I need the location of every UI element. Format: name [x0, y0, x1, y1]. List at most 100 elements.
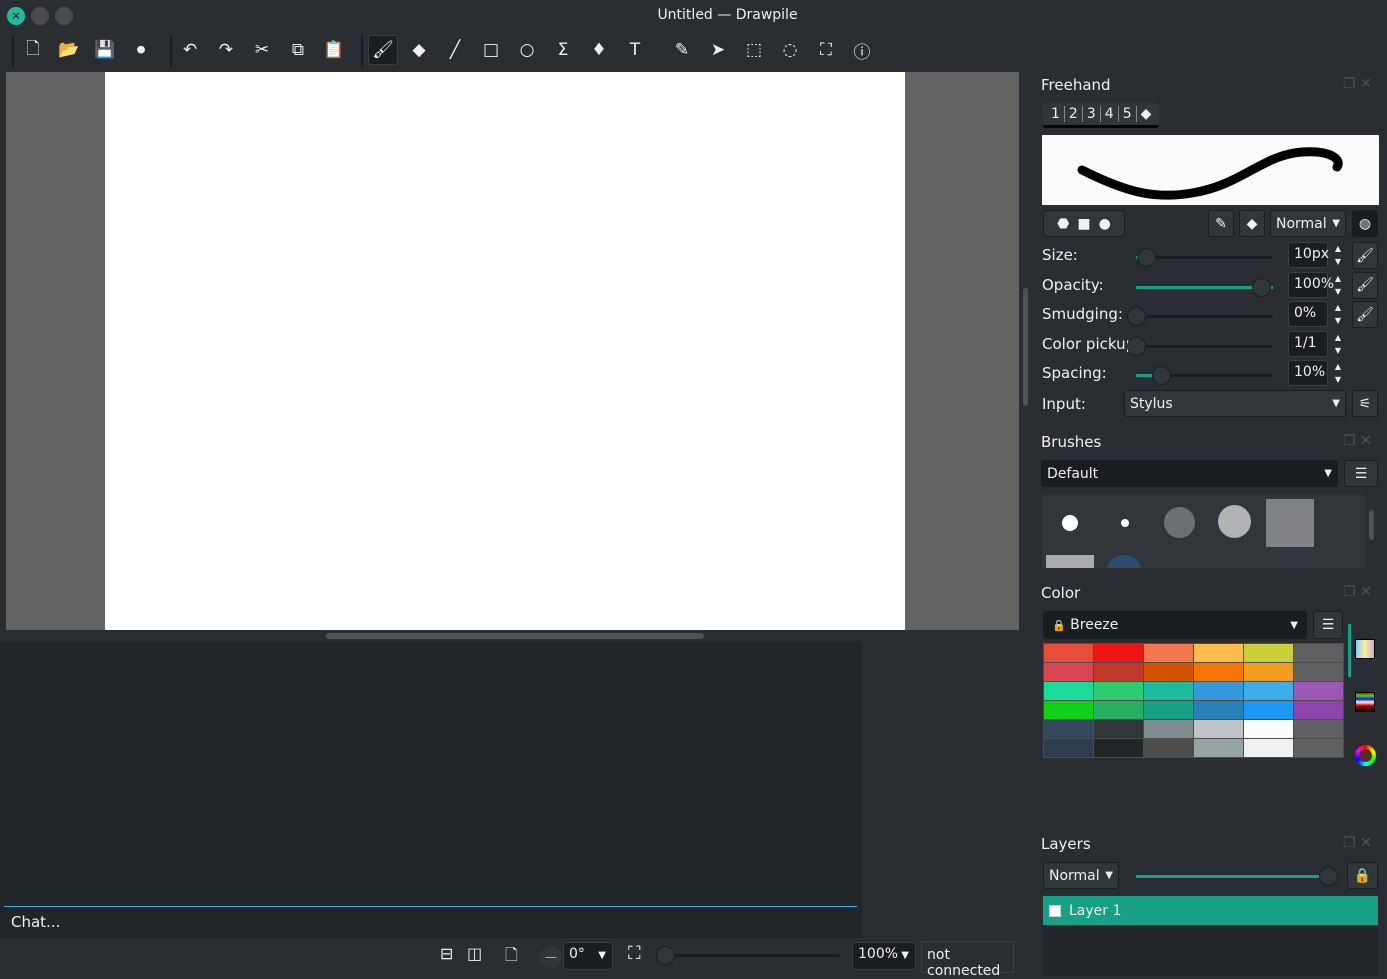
color-swatch[interactable]: [1144, 739, 1193, 757]
brush-preset[interactable]: [1218, 505, 1251, 538]
setting-slider[interactable]: [1136, 366, 1273, 385]
color-swatch[interactable]: [1094, 739, 1143, 757]
close-dock-icon[interactable]: ✕: [1360, 433, 1372, 449]
color-swatch[interactable]: [1244, 663, 1293, 681]
setting-slider[interactable]: [1127, 336, 1273, 356]
color-swatch[interactable]: [1144, 701, 1193, 719]
color-swatch[interactable]: [1294, 663, 1343, 681]
palette-tab-icon[interactable]: [1355, 639, 1375, 659]
paste-icon[interactable]: 📋: [319, 35, 349, 65]
color-swatch[interactable]: [1294, 682, 1343, 700]
layer-blend-dropdown[interactable]: Normal ▼: [1043, 862, 1119, 889]
color-swatch[interactable]: [1144, 644, 1193, 662]
brush-preset-dropdown[interactable]: Default ▼: [1041, 460, 1338, 487]
color-swatch[interactable]: [1194, 739, 1243, 757]
color-swatch[interactable]: [1094, 663, 1143, 681]
brush-preset[interactable]: [1046, 555, 1094, 568]
color-swatch[interactable]: [1244, 701, 1293, 719]
color-swatch[interactable]: [1244, 739, 1293, 757]
sliders-tab-icon[interactable]: [1355, 692, 1375, 712]
zoom-slider-handle[interactable]: [656, 946, 675, 965]
setting-value-field[interactable]: 10px: [1288, 242, 1329, 268]
eraser-mode-icon[interactable]: ◆: [1239, 210, 1265, 237]
brush-slot-2[interactable]: 2: [1065, 106, 1083, 122]
color-swatch[interactable]: [1094, 701, 1143, 719]
canvas-page[interactable]: [105, 72, 905, 630]
close-dock-icon[interactable]: ✕: [1360, 835, 1372, 851]
page-view-icon[interactable]: 🗋: [505, 944, 518, 971]
fill-tool-icon[interactable]: ♦: [584, 35, 614, 65]
vertical-scrollbar[interactable]: [1023, 288, 1028, 406]
color-swatch[interactable]: [1044, 739, 1093, 757]
spin-buttons[interactable]: ▲ ▼: [1329, 301, 1347, 329]
text-tool-icon[interactable]: T: [620, 35, 650, 65]
zoom-tool-icon[interactable]: ⛶: [811, 35, 841, 65]
spin-buttons[interactable]: ▲ ▼: [1329, 360, 1347, 388]
ellipse-tool-icon[interactable]: ○: [512, 35, 542, 65]
color-picker-tool-icon[interactable]: ✎: [667, 35, 697, 65]
antialias-icon[interactable]: ◍: [1352, 210, 1378, 237]
brush-slot-1[interactable]: 1: [1047, 106, 1065, 122]
float-dock-icon[interactable]: ❐: [1343, 835, 1356, 851]
brush-preset[interactable]: [1121, 519, 1129, 527]
slider-handle[interactable]: [1127, 336, 1146, 356]
line-tool-icon[interactable]: ╱: [440, 35, 470, 65]
color-swatch[interactable]: [1094, 644, 1143, 662]
rotation-dial[interactable]: —: [540, 946, 562, 968]
float-dock-icon[interactable]: ❐: [1343, 76, 1356, 92]
rotation-field[interactable]: 0° ▼: [563, 942, 613, 970]
pressure-toggle-icon[interactable]: 🖌: [1352, 301, 1378, 328]
color-swatch[interactable]: [1094, 720, 1143, 738]
color-swatch[interactable]: [1244, 720, 1293, 738]
redo-icon[interactable]: ↷: [211, 35, 241, 65]
slider-handle[interactable]: [1252, 277, 1271, 297]
setting-value-field[interactable]: 1/1: [1288, 330, 1328, 357]
rectangle-tool-icon[interactable]: □: [476, 35, 506, 65]
close-dock-icon[interactable]: ✕: [1360, 76, 1372, 92]
save-icon[interactable]: 💾: [90, 35, 120, 65]
zoom-field[interactable]: 100% ▼: [852, 942, 916, 970]
brush-tool-icon[interactable]: 🖌: [368, 35, 398, 65]
setting-slider[interactable]: [1127, 307, 1273, 326]
color-swatch[interactable]: [1294, 720, 1343, 738]
eraser-slot-icon[interactable]: ◆: [1137, 106, 1156, 122]
color-swatch[interactable]: [1294, 739, 1343, 757]
color-swatch[interactable]: [1144, 663, 1193, 681]
chevron-down-icon[interactable]: ▼: [598, 950, 606, 961]
color-swatch[interactable]: [1194, 682, 1243, 700]
brush-slot-5[interactable]: 5: [1119, 106, 1137, 122]
slider-handle[interactable]: [1137, 248, 1156, 267]
close-dock-icon[interactable]: ✕: [1360, 584, 1372, 600]
float-dock-icon[interactable]: ❐: [1343, 584, 1356, 600]
setting-value-field[interactable]: 100%: [1288, 271, 1334, 298]
palette-dropdown[interactable]: 🔒 Breeze ▼: [1043, 611, 1307, 639]
color-swatch[interactable]: [1044, 682, 1093, 700]
new-icon[interactable]: 🗋: [18, 35, 48, 65]
color-wheel-tab-icon[interactable]: [1355, 745, 1376, 766]
slider-handle[interactable]: [1152, 366, 1171, 385]
blend-mode-dropdown[interactable]: Normal ▼: [1270, 210, 1346, 237]
brush-slot-4[interactable]: 4: [1101, 106, 1119, 122]
color-swatch[interactable]: [1044, 663, 1093, 681]
color-swatch[interactable]: [1194, 663, 1243, 681]
setting-slider[interactable]: [1136, 248, 1273, 267]
color-swatch[interactable]: [1144, 682, 1193, 700]
record-icon[interactable]: ⏺: [126, 35, 156, 65]
color-pickup-icon[interactable]: ✎: [1208, 210, 1234, 237]
horizontal-scrollbar[interactable]: [326, 633, 704, 639]
color-swatch[interactable]: [1194, 720, 1243, 738]
eraser-tool-icon[interactable]: ◆: [404, 35, 434, 65]
round-shape-icon[interactable]: ●: [1099, 216, 1111, 232]
color-swatch[interactable]: [1294, 701, 1343, 719]
spin-buttons[interactable]: ▲ ▼: [1329, 242, 1347, 270]
curve-settings-icon[interactable]: ⚟: [1352, 390, 1378, 417]
color-swatch[interactable]: [1044, 720, 1093, 738]
color-swatch[interactable]: [1194, 644, 1243, 662]
cut-icon[interactable]: ✂: [247, 35, 277, 65]
open-icon[interactable]: 📂: [54, 35, 84, 65]
bezier-tool-icon[interactable]: Σ: [548, 35, 578, 65]
layer-visibility-checkbox[interactable]: [1049, 904, 1061, 917]
color-swatch[interactable]: [1194, 701, 1243, 719]
spin-buttons[interactable]: ▲ ▼: [1329, 272, 1347, 300]
fit-to-window-icon[interactable]: ⛶: [628, 943, 641, 964]
